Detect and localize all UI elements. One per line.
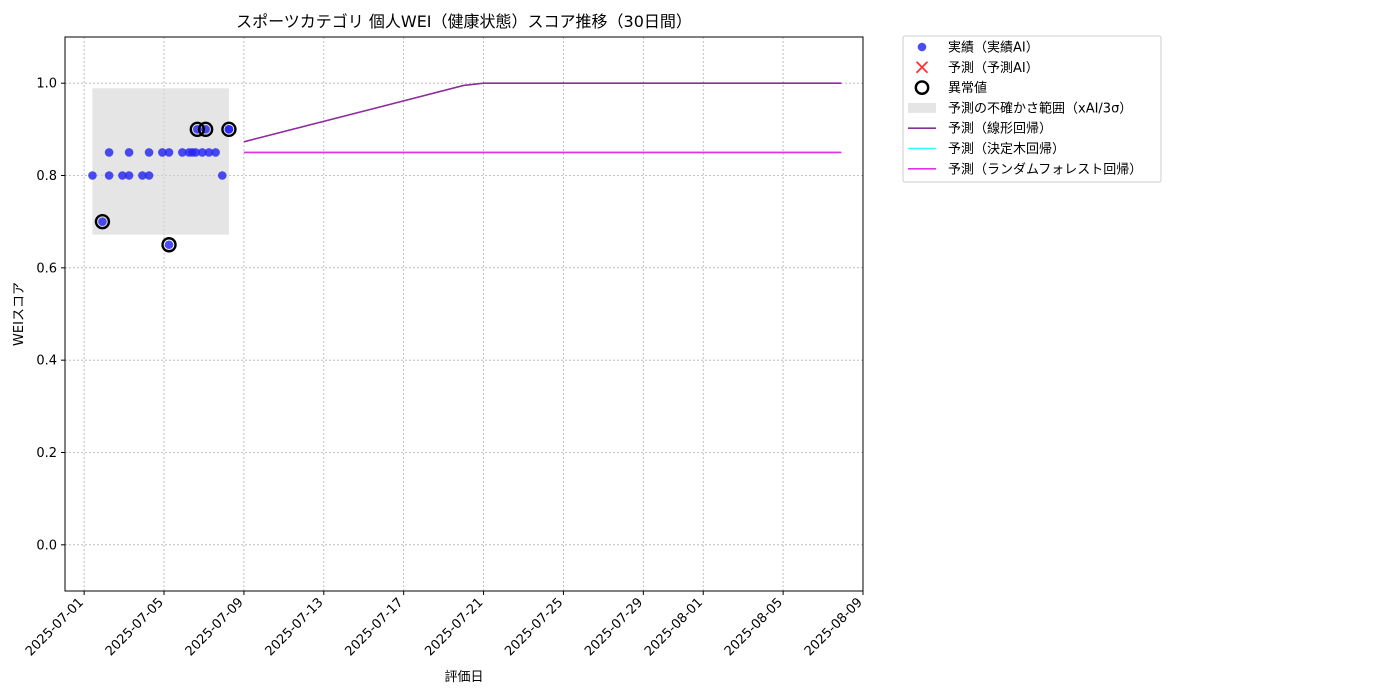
actual-point xyxy=(98,217,107,226)
actual-point xyxy=(104,171,114,180)
y-tick-label: 0.8 xyxy=(36,169,57,184)
x-tick-label: 2025-07-29 xyxy=(582,595,646,659)
y-axis: 0.0 0.2 0.4 0.6 0.8 1.0 xyxy=(36,77,65,553)
x-axis: 2025-07-01 2025-07-05 2025-07-09 2025-07-13… xyxy=(23,591,866,659)
x-tick-label: 2025-07-05 xyxy=(103,595,167,659)
uncertainty-band xyxy=(92,88,229,235)
legend-label: 予測（線形回帰） xyxy=(948,121,1052,137)
y-tick-label: 0.0 xyxy=(36,538,57,553)
y-axis-title: WEIスコア xyxy=(12,282,27,346)
actual-point xyxy=(104,148,114,157)
y-tick-label: 1.0 xyxy=(36,77,57,92)
x-tick-label: 2025-08-05 xyxy=(722,595,786,659)
actual-point xyxy=(164,148,174,157)
y-tick-label: 0.2 xyxy=(36,446,57,461)
actual-point xyxy=(144,171,154,180)
legend-dot-symbol xyxy=(917,42,927,52)
actual-point xyxy=(217,171,227,180)
uncertainty-band-layer xyxy=(92,88,229,235)
actual-point xyxy=(224,125,234,134)
legend-label: 異常値 xyxy=(948,80,987,96)
x-tick-label: 2025-08-01 xyxy=(642,595,706,659)
actual-point xyxy=(164,240,174,250)
actual-point xyxy=(211,148,220,157)
x-tick-label: 2025-08-09 xyxy=(802,595,866,659)
chart: 0.00.20.40.60.81.0 2025-07-01 2025-07-05 2… xyxy=(12,12,1162,685)
x-tick-label: 2025-07-25 xyxy=(502,595,566,659)
y-tick-label: 0.4 xyxy=(36,354,57,369)
legend-label: 予測の不確かさ範囲（xAI/3σ） xyxy=(948,100,1132,116)
x-tick-label: 2025-07-01 xyxy=(23,595,87,659)
actual-point xyxy=(124,148,134,157)
x-tick-label: 2025-07-13 xyxy=(263,595,327,659)
legend: 実績（実績AI） 予測（予測AI） 異常値予測の不確かさ範囲（xAI/3σ） 予測（線… xyxy=(902,35,1162,183)
legend-patch-symbol xyxy=(908,102,936,113)
x-tick-label: 2025-07-17 xyxy=(342,595,406,659)
actual-point xyxy=(88,171,97,180)
y-tick-label: 0.6 xyxy=(36,261,57,276)
chart-title: スポーツカテゴリ 個人WEI（健康状態）スコア推移（30日間） xyxy=(236,12,692,31)
x-tick-label: 2025-07-09 xyxy=(183,595,247,659)
actual-point xyxy=(144,148,154,157)
legend-label: 実績（実績AI） xyxy=(948,40,1039,56)
legend-label: 予測（決定木回帰） xyxy=(948,141,1065,157)
x-tick-label: 2025-07-21 xyxy=(422,595,486,659)
x-axis-title: 評価日 xyxy=(444,670,483,685)
plot-area xyxy=(64,36,864,592)
actual-point xyxy=(124,171,134,180)
legend-label: 予測（予測AI） xyxy=(948,61,1039,76)
legend-label: 予測（ランダムフォレスト回帰） xyxy=(948,161,1142,177)
